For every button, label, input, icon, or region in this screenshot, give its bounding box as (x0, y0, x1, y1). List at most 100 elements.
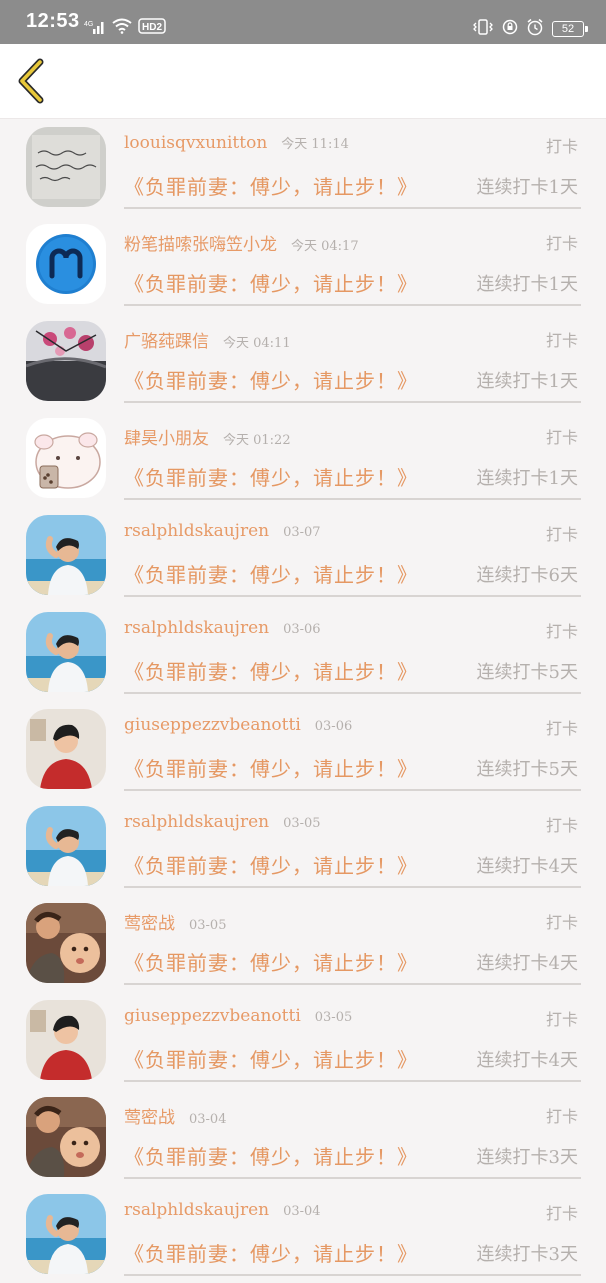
list-item[interactable]: 莺密战 03-04 打卡 《负罪前妻：傅少，请止步！》 连续打卡3天 (0, 1089, 606, 1186)
vibrate-icon (472, 19, 494, 39)
checkin-time: 今天 04:17 (291, 239, 359, 254)
book-title[interactable]: 《负罪前妻：傅少，请止步！》 (124, 947, 418, 976)
divider (124, 498, 581, 500)
book-title[interactable]: 《负罪前妻：傅少，请止步！》 (124, 1044, 418, 1073)
lock-rotation-icon (502, 19, 518, 39)
battery-icon: 52 (552, 21, 588, 37)
list-item[interactable]: rsalphldskaujren 03-04 打卡 《负罪前妻：傅少，请止步！》 … (0, 1186, 606, 1283)
avatar[interactable] (26, 709, 106, 789)
list-item[interactable]: rsalphldskaujren 03-07 打卡 《负罪前妻：傅少，请止步！》 … (0, 507, 606, 604)
username: 莺密战 03-04 (124, 1103, 226, 1128)
wifi-icon (112, 18, 132, 38)
avatar[interactable] (26, 612, 106, 692)
list-item[interactable]: loouisqvxunitton 今天 11:14 打卡 《负罪前妻：傅少，请止步… (0, 119, 606, 216)
list-item[interactable]: giuseppezzvbeanotti 03-05 打卡 《负罪前妻：傅少，请止步… (0, 992, 606, 1089)
list-item[interactable]: 粉笔描嗦张嗨笠小龙 今天 04:17 打卡 《负罪前妻：傅少，请止步！》 连续打卡… (0, 216, 606, 313)
checkin-time: 今天 01:22 (223, 433, 291, 448)
username: rsalphldskaujren 03-07 (124, 521, 321, 541)
book-title[interactable]: 《负罪前妻：傅少，请止步！》 (124, 559, 418, 588)
list-item[interactable]: 肆昊小朋友 今天 01:22 打卡 《负罪前妻：傅少，请止步！》 连续打卡1天 (0, 410, 606, 507)
status-left-icons: 4G HD2 (84, 18, 166, 38)
username-text: giuseppezzvbeanotti (124, 1006, 301, 1026)
username-text: rsalphldskaujren (124, 1200, 270, 1220)
username: loouisqvxunitton 今天 11:14 (124, 133, 349, 153)
book-title[interactable]: 《负罪前妻：傅少，请止步！》 (124, 171, 418, 200)
streak-label: 连续打卡4天 (476, 1050, 578, 1071)
checkin-label: 打卡 (545, 1204, 578, 1223)
checkin-label: 打卡 (545, 525, 578, 544)
divider (124, 595, 581, 597)
checkin-label: 打卡 (545, 913, 578, 932)
username-text: giuseppezzvbeanotti (124, 715, 301, 735)
checkin-time: 03-06 (283, 622, 321, 637)
book-title[interactable]: 《负罪前妻：傅少，请止步！》 (124, 268, 418, 297)
checkin-label: 打卡 (545, 719, 578, 738)
username: giuseppezzvbeanotti 03-06 (124, 715, 352, 735)
username-text: 莺密战 (124, 914, 175, 934)
streak-label: 连续打卡1天 (476, 274, 578, 295)
back-button[interactable] (14, 58, 54, 104)
avatar[interactable] (26, 1097, 106, 1177)
checkin-list: loouisqvxunitton 今天 11:14 打卡 《负罪前妻：傅少，请止步… (0, 119, 606, 1283)
streak-label: 连续打卡3天 (476, 1244, 578, 1265)
svg-text:HD2: HD2 (142, 22, 162, 33)
streak-label: 连续打卡6天 (476, 565, 578, 586)
checkin-time: 03-07 (283, 525, 321, 540)
list-item[interactable]: rsalphldskaujren 03-05 打卡 《负罪前妻：傅少，请止步！》 … (0, 798, 606, 895)
divider (124, 692, 581, 694)
avatar[interactable] (26, 806, 106, 886)
username-text: rsalphldskaujren (124, 618, 270, 638)
svg-text:4G: 4G (84, 21, 93, 28)
avatar[interactable] (26, 321, 106, 401)
username: 广骆莼踝信 今天 04:11 (124, 327, 291, 352)
book-title[interactable]: 《负罪前妻：傅少，请止步！》 (124, 753, 418, 782)
avatar[interactable] (26, 224, 106, 304)
streak-label: 连续打卡4天 (476, 856, 578, 877)
checkin-time: 03-04 (189, 1112, 227, 1127)
username-text: rsalphldskaujren (124, 521, 270, 541)
checkin-time: 03-04 (283, 1204, 321, 1219)
status-time: 12:53 (26, 10, 80, 32)
list-item[interactable]: 广骆莼踝信 今天 04:11 打卡 《负罪前妻：傅少，请止步！》 连续打卡1天 (0, 313, 606, 410)
username: rsalphldskaujren 03-04 (124, 1200, 321, 1220)
list-item[interactable]: 莺密战 03-05 打卡 《负罪前妻：傅少，请止步！》 连续打卡4天 (0, 895, 606, 992)
username-text: rsalphldskaujren (124, 812, 270, 832)
username: rsalphldskaujren 03-06 (124, 618, 321, 638)
divider (124, 1274, 581, 1276)
divider (124, 789, 581, 791)
divider (124, 207, 581, 209)
checkin-label: 打卡 (545, 1010, 578, 1029)
streak-label: 连续打卡5天 (476, 662, 578, 683)
checkin-label: 打卡 (545, 816, 578, 835)
checkin-time: 今天 11:14 (281, 137, 349, 152)
book-title[interactable]: 《负罪前妻：傅少，请止步！》 (124, 850, 418, 879)
book-title[interactable]: 《负罪前妻：傅少，请止步！》 (124, 365, 418, 394)
book-title[interactable]: 《负罪前妻：傅少，请止步！》 (124, 656, 418, 685)
avatar[interactable] (26, 515, 106, 595)
avatar[interactable] (26, 127, 106, 207)
divider (124, 886, 581, 888)
list-item[interactable]: giuseppezzvbeanotti 03-06 打卡 《负罪前妻：傅少，请止步… (0, 701, 606, 798)
username: rsalphldskaujren 03-05 (124, 812, 321, 832)
book-title[interactable]: 《负罪前妻：傅少，请止步！》 (124, 1141, 418, 1170)
checkin-time: 03-06 (314, 719, 353, 734)
checkin-time: 03-05 (314, 1010, 353, 1025)
avatar[interactable] (26, 418, 106, 498)
avatar[interactable] (26, 1000, 106, 1080)
username-text: loouisqvxunitton (124, 133, 268, 153)
divider (124, 1080, 581, 1082)
divider (124, 401, 581, 403)
list-item[interactable]: rsalphldskaujren 03-06 打卡 《负罪前妻：傅少，请止步！》 … (0, 604, 606, 701)
avatar[interactable] (26, 1194, 106, 1274)
divider (124, 304, 581, 306)
username: 粉笔描嗦张嗨笠小龙 今天 04:17 (124, 230, 359, 255)
avatar[interactable] (26, 903, 106, 983)
username: giuseppezzvbeanotti 03-05 (124, 1006, 352, 1026)
book-title[interactable]: 《负罪前妻：傅少，请止步！》 (124, 1238, 418, 1267)
divider (124, 1177, 581, 1179)
checkin-label: 打卡 (545, 331, 578, 350)
username-text: 肆昊小朋友 (124, 429, 209, 449)
signal-icon: 4G (84, 19, 106, 38)
book-title[interactable]: 《负罪前妻：傅少，请止步！》 (124, 462, 418, 491)
status-bar: 12:53 4G HD2 52 (0, 0, 606, 44)
